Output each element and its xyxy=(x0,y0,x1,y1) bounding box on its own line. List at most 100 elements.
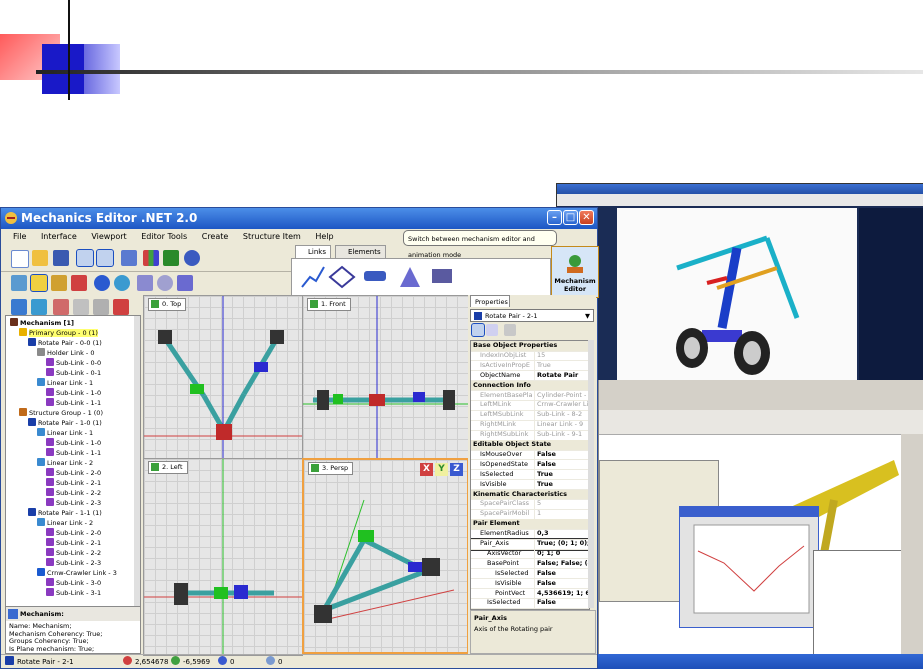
maximize-button[interactable]: □ xyxy=(563,210,578,225)
tree-node[interactable]: Structure Group - 1 (0) xyxy=(19,408,103,418)
crawler-link-icon[interactable] xyxy=(400,267,420,287)
property-value[interactable]: False xyxy=(534,598,589,608)
viewport-persp-label[interactable]: 3. Persp xyxy=(308,462,354,475)
cylinder-link-icon[interactable] xyxy=(364,271,386,281)
property-value[interactable]: Sub-Link - 8-2 xyxy=(534,410,589,420)
sphere-icon[interactable] xyxy=(94,275,110,291)
property-value[interactable]: Linear Link - 9 xyxy=(534,420,589,430)
tree-node[interactable]: Linear Link - 1 xyxy=(37,428,93,438)
property-value[interactable]: Cylinder-Point - 10 xyxy=(534,390,589,400)
pair-tool-icon[interactable] xyxy=(71,275,87,291)
move-icon[interactable] xyxy=(137,275,153,291)
properties-tab[interactable]: Properties xyxy=(470,295,510,307)
tree-node[interactable]: Sub-Link - 2-0 xyxy=(46,528,101,538)
property-value[interactable]: 15 xyxy=(534,350,589,361)
zoom-icon[interactable] xyxy=(114,275,130,291)
open-folder-icon[interactable] xyxy=(32,250,48,266)
property-row[interactable]: IsSelected False xyxy=(471,598,589,609)
property-value[interactable]: 5 xyxy=(534,499,589,509)
close-button[interactable]: ✕ xyxy=(579,210,594,225)
viewport-persp[interactable]: 3. Persp X Y Z xyxy=(302,458,469,654)
property-value[interactable]: True; (0; 1; 0); ( xyxy=(534,539,589,549)
linear-link-icon[interactable] xyxy=(301,266,325,288)
link-tool-icon[interactable] xyxy=(51,275,67,291)
axis-z-button[interactable]: Z xyxy=(450,463,463,476)
tree-node[interactable]: Sub-Link - 0-0 xyxy=(46,358,101,368)
select-arrow-icon[interactable] xyxy=(11,275,27,291)
chart-icon[interactable] xyxy=(143,250,159,266)
property-value[interactable]: Rotate Pair xyxy=(534,370,589,381)
property-pages-icon[interactable] xyxy=(504,324,516,336)
property-value[interactable]: Sub-Link - 9-1 xyxy=(534,430,589,440)
viewport-left-label[interactable]: 2. Left xyxy=(148,461,188,474)
help-icon[interactable] xyxy=(184,250,200,266)
tree-node[interactable]: Sub-Link - 1-1 xyxy=(46,398,101,408)
move-down-icon[interactable] xyxy=(11,299,27,315)
delete-node-icon[interactable] xyxy=(113,299,129,315)
menu-interface[interactable]: Interface xyxy=(41,229,77,245)
categorized-icon[interactable] xyxy=(471,323,485,337)
menu-viewport[interactable]: Viewport xyxy=(91,229,126,245)
tree-node[interactable]: Sub-Link - 2-2 xyxy=(46,488,101,498)
box-link-icon[interactable] xyxy=(432,269,452,283)
tree-node[interactable]: Sub-Link - 0-1 xyxy=(46,368,101,378)
minimize-button[interactable]: – xyxy=(547,210,562,225)
property-value[interactable]: 4,536619; 1; 6,6 xyxy=(534,588,589,598)
tree-node[interactable]: Mechanism [1] xyxy=(10,318,74,328)
rotate-icon[interactable] xyxy=(157,275,173,291)
select-node-icon[interactable] xyxy=(30,274,48,292)
property-value[interactable]: False xyxy=(534,568,589,579)
new-file-icon[interactable] xyxy=(11,250,29,268)
property-value[interactable]: Crnw-Crawler Link xyxy=(534,400,589,410)
property-value[interactable]: True xyxy=(534,469,589,480)
paste-node-icon[interactable] xyxy=(93,299,109,315)
tree-node[interactable]: Linear Link - 1 xyxy=(37,378,93,388)
viewport-top[interactable]: 0. Top xyxy=(143,295,303,459)
property-value[interactable]: False xyxy=(534,459,589,470)
mechanism-editor-button[interactable]: Mechanism Editor xyxy=(551,246,599,298)
property-value[interactable]: False xyxy=(534,449,589,460)
tree-node[interactable]: Rotate Pair - 1-1 (1) xyxy=(28,508,102,518)
transform-icon[interactable] xyxy=(177,275,193,291)
tab-links[interactable]: Links xyxy=(295,245,331,258)
tree-node[interactable]: Linear Link - 2 xyxy=(37,518,93,528)
property-value[interactable]: 0; 1; 0 xyxy=(534,548,589,559)
viewport-front-label[interactable]: 1. Front xyxy=(307,298,351,311)
tree-node[interactable]: Holder Link - 0 xyxy=(37,348,94,358)
tree-node[interactable]: Sub-Link - 2-0 xyxy=(46,468,101,478)
window-icon[interactable] xyxy=(121,250,137,266)
tree-node[interactable]: Sub-Link - 2-1 xyxy=(46,538,101,548)
property-value[interactable]: 1 xyxy=(534,509,589,519)
viewport-front[interactable]: 1. Front xyxy=(302,295,469,459)
tree-node[interactable]: Sub-Link - 2-2 xyxy=(46,548,101,558)
property-value[interactable]: False; False; (4, xyxy=(534,558,589,569)
tree-node[interactable]: Primary Group - 0 (1) xyxy=(19,328,98,338)
menu-create[interactable]: Create xyxy=(202,229,229,245)
tree-node[interactable]: Sub-Link - 1-0 xyxy=(46,438,101,448)
layout-single-icon[interactable] xyxy=(76,249,94,267)
tree-node[interactable]: Sub-Link - 1-1 xyxy=(46,448,101,458)
tree-node[interactable]: Crnw-Crawler Link - 3 xyxy=(37,568,117,578)
tree-node[interactable]: Sub-Link - 3-1 xyxy=(46,588,101,598)
holder-link-icon[interactable] xyxy=(328,265,356,289)
property-value[interactable]: 0,3 xyxy=(534,529,589,539)
tree-node[interactable]: Linear Link - 2 xyxy=(37,458,93,468)
tree-node[interactable]: Sub-Link - 3-0 xyxy=(46,578,101,588)
menu-editor-tools[interactable]: Editor Tools xyxy=(141,229,187,245)
axis-x-button[interactable]: X xyxy=(420,463,433,476)
menu-file[interactable]: File xyxy=(13,229,26,245)
viewport-top-label[interactable]: 0. Top xyxy=(148,298,187,311)
viewport-left[interactable]: 2. Left xyxy=(143,458,303,656)
menu-help[interactable]: Help xyxy=(315,229,333,245)
tree-node[interactable]: Rotate Pair - 0-0 (1) xyxy=(28,338,102,348)
copy-node-icon[interactable] xyxy=(73,299,89,315)
tree-node[interactable]: Sub-Link - 1-0 xyxy=(46,388,101,398)
property-grid-scrollbar[interactable] xyxy=(588,340,594,608)
sort-alpha-icon[interactable] xyxy=(486,324,498,336)
tab-elements[interactable]: Elements xyxy=(335,245,386,258)
property-value[interactable]: True xyxy=(534,479,589,490)
save-icon[interactable] xyxy=(53,250,69,266)
move-up-icon[interactable] xyxy=(31,299,47,315)
tree-node[interactable]: Rotate Pair - 1-0 (1) xyxy=(28,418,102,428)
property-value[interactable]: False xyxy=(534,578,589,589)
